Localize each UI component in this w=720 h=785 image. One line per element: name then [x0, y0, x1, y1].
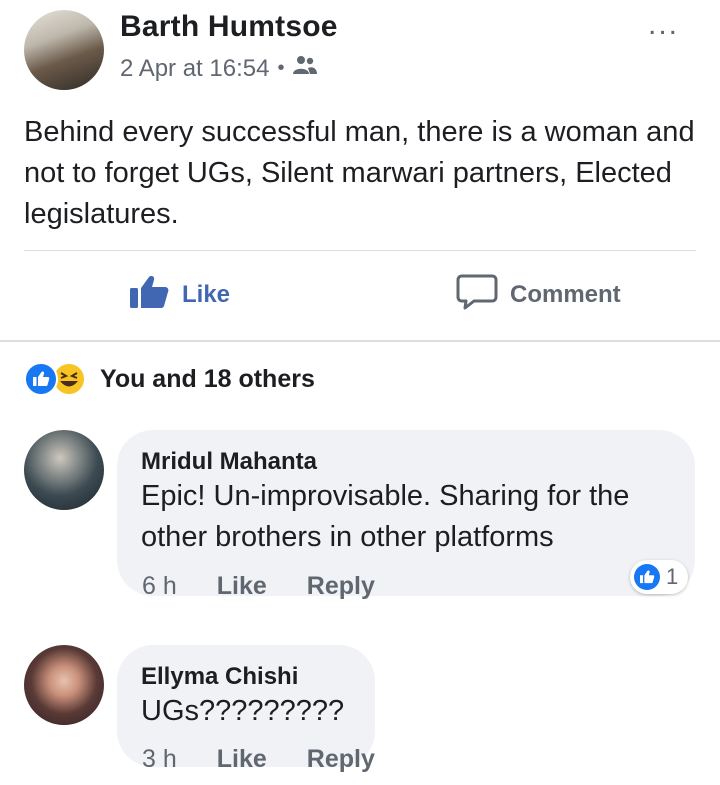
- divider: [24, 250, 696, 251]
- post-author-name[interactable]: Barth Humtsoe: [120, 10, 338, 44]
- comment-text: UGs?????????: [141, 695, 345, 727]
- comment-time[interactable]: 3 h: [142, 745, 177, 774]
- comment-button[interactable]: Comment: [456, 270, 621, 320]
- like-button[interactable]: Like: [128, 270, 230, 320]
- comment-reply-button[interactable]: Reply: [307, 572, 375, 601]
- section-separator: [0, 340, 720, 342]
- reactions-summary[interactable]: You and 18 others: [24, 362, 315, 396]
- like-label: Like: [182, 281, 231, 308]
- comment-meta: 3 h Like Reply: [142, 745, 375, 774]
- post-meta: 2 Apr at 16:54 •: [120, 54, 318, 83]
- reaction-count: 1: [666, 564, 679, 589]
- reactions-text: You and 18 others: [100, 364, 315, 393]
- comment-reply-button[interactable]: Reply: [307, 745, 375, 774]
- post-text: Behind every successful man, there is a …: [24, 116, 695, 230]
- comment-label: Comment: [510, 281, 621, 308]
- comment-text: Epic! Un-improvisable. Sharing for the o…: [141, 480, 630, 553]
- more-options-icon[interactable]: ...: [648, 8, 679, 42]
- like-reaction-icon: [634, 564, 660, 590]
- comment-reaction-badge[interactable]: 1: [630, 560, 689, 594]
- comment-meta: 6 h Like Reply: [142, 572, 375, 601]
- comment-like-button[interactable]: Like: [217, 745, 267, 774]
- commenter-avatar[interactable]: [24, 645, 104, 725]
- comment-time[interactable]: 6 h: [142, 572, 177, 601]
- author-avatar[interactable]: [24, 10, 104, 90]
- commenter-avatar[interactable]: [24, 430, 104, 510]
- friends-icon: [292, 54, 318, 83]
- comment-like-button[interactable]: Like: [217, 572, 267, 601]
- thumbs-up-icon: [128, 274, 170, 317]
- meta-separator: •: [277, 57, 285, 79]
- commenter-name[interactable]: Ellyma Chishi: [141, 663, 351, 691]
- comment-icon: [456, 273, 498, 318]
- commenter-name[interactable]: Mridul Mahanta: [141, 448, 671, 476]
- post-timestamp[interactable]: 2 Apr at 16:54: [120, 55, 269, 83]
- like-reaction-icon: [24, 362, 58, 396]
